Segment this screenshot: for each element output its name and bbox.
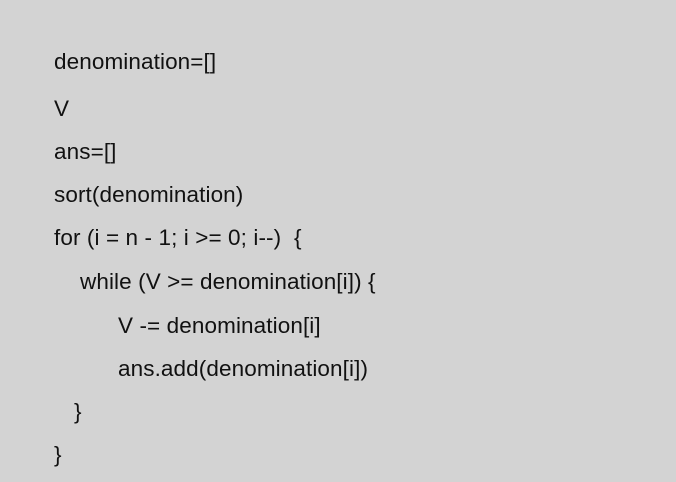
code-panel: denomination=[] V ans=[] sort(denominati…: [0, 0, 676, 482]
code-line-2: V: [54, 96, 70, 121]
code-line-1: denomination=[]: [54, 49, 217, 74]
code-line-3: ans=[]: [54, 139, 117, 164]
code-line-8: ans.add(denomination[i]): [118, 356, 369, 381]
code-line-4: sort(denomination): [54, 182, 244, 207]
code-line-6: while (V >= denomination[i]) {: [80, 269, 376, 294]
code-line-9: }: [74, 399, 82, 424]
code-line-5: for (i = n - 1; i >= 0; i--) {: [54, 225, 302, 250]
code-line-7: V -= denomination[i]: [118, 313, 321, 338]
code-line-10: }: [54, 442, 62, 467]
